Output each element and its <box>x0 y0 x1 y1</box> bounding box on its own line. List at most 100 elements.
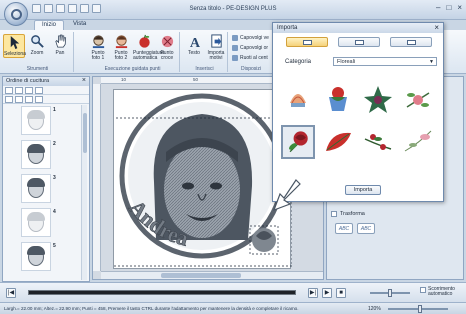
zoom-level: 120% <box>368 306 381 312</box>
dialog-title-bar: Importa × <box>273 23 443 33</box>
source-library-button[interactable] <box>286 37 328 47</box>
view-icon[interactable] <box>35 87 43 94</box>
select-button[interactable]: Seleziona <box>3 34 26 58</box>
stop-button[interactable]: ■ <box>336 288 346 298</box>
list-item[interactable]: 1 <box>5 105 81 137</box>
auto-scroll-checkbox[interactable] <box>420 287 426 293</box>
left-eye-shape <box>182 182 194 190</box>
motif-berry-branch[interactable] <box>361 125 395 159</box>
simulator-progress-track[interactable] <box>28 290 296 295</box>
category-dropdown[interactable]: Floreali ▼ <box>333 57 437 66</box>
hoop-icon <box>11 9 22 20</box>
flip-horizontal-icon <box>232 45 238 51</box>
scroll-thumb[interactable] <box>83 113 87 153</box>
ruler-left <box>93 84 101 271</box>
application-button[interactable] <box>4 2 28 26</box>
list-item[interactable]: 3 <box>5 173 81 205</box>
flip-vertical-icon <box>232 35 238 41</box>
hand-icon <box>54 34 66 48</box>
transform-shape-button-1[interactable]: ABC <box>335 223 353 234</box>
photo-stitch-1-button[interactable]: Punto foto 1 <box>87 34 109 61</box>
ribbon-tabs: Inizio Vista <box>34 20 93 30</box>
close-button[interactable]: × <box>457 3 462 12</box>
import-motifs-button[interactable]: Importa motivi <box>205 34 227 61</box>
sewing-order-header: Ordine di cucitura × <box>3 77 89 86</box>
zoom-icon <box>30 35 44 48</box>
group-icon[interactable] <box>15 87 23 94</box>
zoom-slider[interactable] <box>388 305 448 313</box>
text-button[interactable]: A Testo <box>183 34 205 56</box>
motif-star-flower[interactable] <box>361 83 395 117</box>
category-label: Categoria <box>285 59 312 65</box>
close-panel-icon[interactable]: × <box>82 77 86 84</box>
scroll-thumb[interactable] <box>161 273 241 278</box>
design-page[interactable]: Andrea <box>111 89 293 270</box>
import-button[interactable]: Importa <box>345 185 381 195</box>
color-icon[interactable] <box>25 87 33 94</box>
motif-rose-selected[interactable] <box>281 125 315 159</box>
import-dialog: Importa × Categoria Floreali ▼ Importa <box>272 22 444 202</box>
window-title: Senza titolo - PE-DESIGN PLUS <box>189 6 277 12</box>
thumbnail <box>21 242 51 271</box>
dialog-close-button[interactable]: × <box>434 23 439 32</box>
motif-pink-sprig[interactable] <box>401 125 435 159</box>
hair-shape <box>27 144 45 153</box>
portrait-color-icon <box>115 35 127 49</box>
go-to-end-button[interactable]: ▶| <box>308 288 318 298</box>
sewing-order-scrollbar[interactable] <box>81 105 87 280</box>
maximize-button[interactable]: □ <box>446 3 451 12</box>
card-icon <box>407 40 416 45</box>
minimize-button[interactable]: – <box>436 3 440 12</box>
motif-red-leaf[interactable] <box>321 125 355 159</box>
pan-button[interactable]: Pan <box>49 34 71 56</box>
sewing-order-toolbar-1 <box>3 86 89 95</box>
group-disposizione: Capovolgi ve Capovolgi or Ruoti al cent … <box>230 32 272 72</box>
tab-inizio[interactable]: Inizio <box>34 20 65 30</box>
slider-knob[interactable] <box>388 289 392 297</box>
source-card-button[interactable] <box>390 37 432 47</box>
tab-vista[interactable]: Vista <box>66 20 93 30</box>
center-icon <box>232 55 238 61</box>
cross-stitch-button[interactable]: Punto croce <box>156 34 178 61</box>
move-up-icon[interactable] <box>5 96 13 103</box>
flip-vertical-button[interactable]: Capovolgi ve <box>232 35 269 41</box>
thumbnail <box>21 106 51 135</box>
auto-punch-button[interactable]: Punteggiatura automatica <box>133 34 164 61</box>
flip-horizontal-button[interactable]: Capovolgi or <box>232 45 268 51</box>
canvas-scrollbar[interactable] <box>101 271 323 279</box>
go-to-start-button[interactable]: |◀ <box>6 288 16 298</box>
list-item[interactable]: 2 <box>5 139 81 171</box>
transform-shape-button-2[interactable]: ABC <box>357 223 375 234</box>
pointer-small-icon[interactable] <box>35 96 43 103</box>
source-selector <box>273 37 445 47</box>
folder-icon <box>355 40 364 45</box>
motif-potted-flower[interactable] <box>321 83 355 117</box>
list-item[interactable]: 5 <box>5 241 81 273</box>
embroidery-design[interactable]: Andrea <box>111 90 293 270</box>
thumbnail <box>21 208 51 237</box>
chevron-down-icon: ▼ <box>429 59 434 65</box>
merge-icon[interactable] <box>25 96 33 103</box>
group-guidata: Punto foto 1 Punto foto 2 Punteggiatura … <box>86 32 180 72</box>
slider-knob[interactable] <box>418 305 422 313</box>
cross-stitch-icon <box>161 35 173 48</box>
stitch-simulator-bar: |◀ ▶| ▶ ■ Scorrimento automatico <box>0 282 466 302</box>
status-bar: Largh.= 22.00 mm; Altez.= 22.90 mm; Punt… <box>0 302 466 314</box>
motif-branch-flower[interactable] <box>401 83 435 117</box>
move-down-icon[interactable] <box>15 96 23 103</box>
rose-motif-placed[interactable] <box>249 225 279 255</box>
auto-scroll-option[interactable]: Scorrimento automatico <box>420 287 462 297</box>
play-button[interactable]: ▶ <box>322 288 332 298</box>
motif-fan-flower[interactable] <box>281 83 315 117</box>
center-button[interactable]: Ruoti al cent <box>232 55 268 61</box>
photo-stitch-2-button[interactable]: Punto foto 2 <box>110 34 132 61</box>
simulation-speed-slider[interactable] <box>370 289 410 297</box>
transform-option[interactable]: Trasforma <box>331 211 365 217</box>
zoom-button[interactable]: Zoom <box>26 34 48 56</box>
source-file-button[interactable] <box>338 37 380 47</box>
sort-icon[interactable] <box>5 87 13 94</box>
drag-arrow-icon <box>272 179 301 212</box>
list-item[interactable]: 4 <box>5 207 81 239</box>
hair-shape <box>27 212 45 221</box>
transform-checkbox[interactable] <box>331 211 337 217</box>
